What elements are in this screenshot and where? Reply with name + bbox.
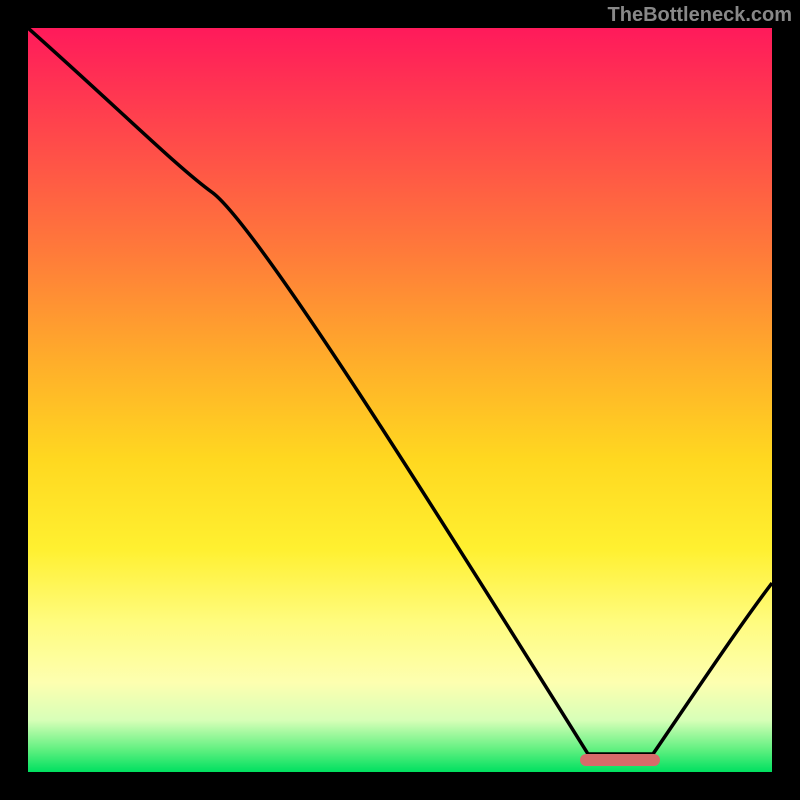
curve-path — [28, 28, 772, 754]
chart-plot-area — [28, 28, 772, 772]
optimal-range-marker — [580, 754, 660, 766]
watermark-text: TheBottleneck.com — [608, 4, 792, 27]
bottleneck-curve — [28, 28, 772, 772]
